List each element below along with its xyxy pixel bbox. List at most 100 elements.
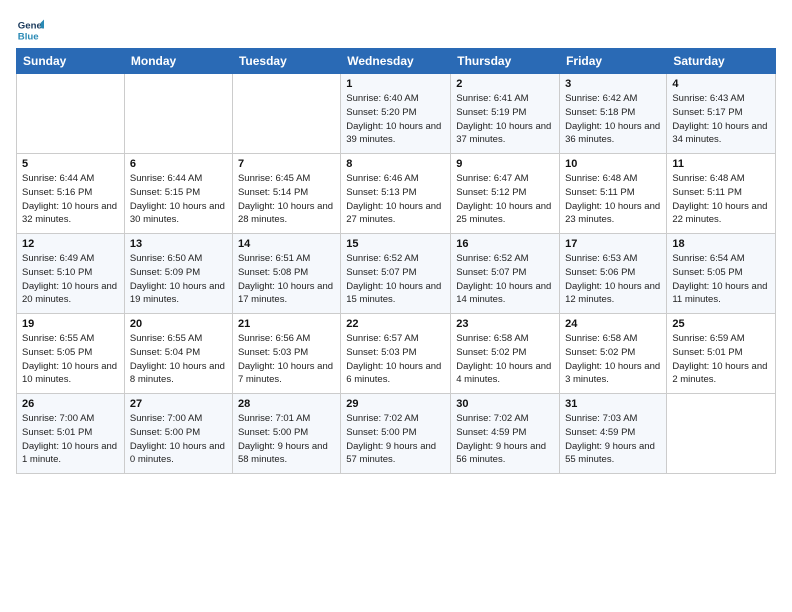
- col-header-sunday: Sunday: [17, 49, 125, 74]
- calendar-cell: 12 Sunrise: 6:49 AMSunset: 5:10 PMDayligh…: [17, 234, 125, 314]
- day-number: 22: [346, 318, 445, 330]
- day-number: 8: [346, 158, 445, 170]
- calendar-cell: 8 Sunrise: 6:46 AMSunset: 5:13 PMDaylight…: [341, 154, 451, 234]
- col-header-tuesday: Tuesday: [232, 49, 340, 74]
- col-header-wednesday: Wednesday: [341, 49, 451, 74]
- day-number: 18: [672, 238, 770, 250]
- calendar-cell: 26 Sunrise: 7:00 AMSunset: 5:01 PMDayligh…: [17, 394, 125, 474]
- logo: General Blue: [16, 16, 48, 44]
- day-number: 24: [565, 318, 661, 330]
- calendar-cell: 25Sunrise: 6:59 AMSunset: 5:01 PMDayligh…: [667, 314, 776, 394]
- day-info: Sunrise: 7:02 AMSunset: 5:00 PMDaylight:…: [346, 412, 445, 467]
- day-number: 25: [672, 318, 770, 330]
- calendar-cell: 15 Sunrise: 6:52 AMSunset: 5:07 PMDayligh…: [341, 234, 451, 314]
- col-header-thursday: Thursday: [451, 49, 560, 74]
- logo-icon: General Blue: [16, 16, 44, 44]
- calendar-cell: 7Sunrise: 6:45 AMSunset: 5:14 PMDaylight…: [232, 154, 340, 234]
- page-header: General Blue: [16, 16, 776, 44]
- day-number: 6: [130, 158, 227, 170]
- day-number: 13: [130, 238, 227, 250]
- day-number: 7: [238, 158, 335, 170]
- day-number: 15: [346, 238, 445, 250]
- calendar-cell: 10 Sunrise: 6:48 AMSunset: 5:11 PMDayligh…: [560, 154, 667, 234]
- calendar-cell: 6 Sunrise: 6:44 AMSunset: 5:15 PMDaylight…: [124, 154, 232, 234]
- calendar-week-1: 1 Sunrise: 6:40 AMSunset: 5:20 PMDaylight…: [17, 74, 776, 154]
- svg-text:General: General: [18, 20, 44, 31]
- day-info: Sunrise: 6:57 AMSunset: 5:03 PMDaylight:…: [346, 332, 445, 387]
- day-info: Sunrise: 7:03 AMSunset: 4:59 PMDaylight:…: [565, 412, 661, 467]
- day-number: 9: [456, 158, 554, 170]
- day-number: 19: [22, 318, 119, 330]
- day-number: 11: [672, 158, 770, 170]
- day-number: 28: [238, 398, 335, 410]
- day-number: 26: [22, 398, 119, 410]
- calendar-cell: 13Sunrise: 6:50 AMSunset: 5:09 PMDayligh…: [124, 234, 232, 314]
- calendar-cell: 11 Sunrise: 6:48 AMSunset: 5:11 PMDayligh…: [667, 154, 776, 234]
- day-number: 1: [346, 78, 445, 90]
- header-row: SundayMondayTuesdayWednesdayThursdayFrid…: [17, 49, 776, 74]
- calendar-cell: [124, 74, 232, 154]
- calendar-week-3: 12 Sunrise: 6:49 AMSunset: 5:10 PMDayligh…: [17, 234, 776, 314]
- calendar-week-2: 5 Sunrise: 6:44 AMSunset: 5:16 PMDaylight…: [17, 154, 776, 234]
- day-number: 12: [22, 238, 119, 250]
- day-info: Sunrise: 6:41 AMSunset: 5:19 PMDaylight:…: [456, 92, 554, 147]
- calendar-cell: 31Sunrise: 7:03 AMSunset: 4:59 PMDayligh…: [560, 394, 667, 474]
- day-info: Sunrise: 6:55 AMSunset: 5:04 PMDaylight:…: [130, 332, 227, 387]
- calendar-cell: 2 Sunrise: 6:41 AMSunset: 5:19 PMDaylight…: [451, 74, 560, 154]
- day-info: Sunrise: 6:43 AMSunset: 5:17 PMDaylight:…: [672, 92, 770, 147]
- day-info: Sunrise: 6:55 AMSunset: 5:05 PMDaylight:…: [22, 332, 119, 387]
- day-info: Sunrise: 7:01 AMSunset: 5:00 PMDaylight:…: [238, 412, 335, 467]
- day-number: 21: [238, 318, 335, 330]
- day-number: 16: [456, 238, 554, 250]
- day-number: 10: [565, 158, 661, 170]
- calendar-cell: 24 Sunrise: 6:58 AMSunset: 5:02 PMDayligh…: [560, 314, 667, 394]
- day-info: Sunrise: 6:47 AMSunset: 5:12 PMDaylight:…: [456, 172, 554, 227]
- svg-text:Blue: Blue: [18, 32, 39, 43]
- col-header-friday: Friday: [560, 49, 667, 74]
- calendar-cell: 17 Sunrise: 6:53 AMSunset: 5:06 PMDayligh…: [560, 234, 667, 314]
- day-number: 29: [346, 398, 445, 410]
- calendar-cell: 21 Sunrise: 6:56 AMSunset: 5:03 PMDayligh…: [232, 314, 340, 394]
- calendar-cell: 22 Sunrise: 6:57 AMSunset: 5:03 PMDayligh…: [341, 314, 451, 394]
- day-number: 2: [456, 78, 554, 90]
- day-info: Sunrise: 6:44 AMSunset: 5:16 PMDaylight:…: [22, 172, 119, 227]
- day-number: 5: [22, 158, 119, 170]
- day-info: Sunrise: 7:00 AMSunset: 5:00 PMDaylight:…: [130, 412, 227, 467]
- day-info: Sunrise: 6:58 AMSunset: 5:02 PMDaylight:…: [456, 332, 554, 387]
- day-info: Sunrise: 6:54 AMSunset: 5:05 PMDaylight:…: [672, 252, 770, 307]
- day-number: 27: [130, 398, 227, 410]
- day-info: Sunrise: 6:42 AMSunset: 5:18 PMDaylight:…: [565, 92, 661, 147]
- calendar-cell: 9 Sunrise: 6:47 AMSunset: 5:12 PMDaylight…: [451, 154, 560, 234]
- calendar-week-5: 26 Sunrise: 7:00 AMSunset: 5:01 PMDayligh…: [17, 394, 776, 474]
- calendar-cell: 27 Sunrise: 7:00 AMSunset: 5:00 PMDayligh…: [124, 394, 232, 474]
- day-info: Sunrise: 6:52 AMSunset: 5:07 PMDaylight:…: [346, 252, 445, 307]
- day-info: Sunrise: 6:48 AMSunset: 5:11 PMDaylight:…: [565, 172, 661, 227]
- calendar-cell: [17, 74, 125, 154]
- day-info: Sunrise: 6:49 AMSunset: 5:10 PMDaylight:…: [22, 252, 119, 307]
- col-header-saturday: Saturday: [667, 49, 776, 74]
- calendar-cell: 30Sunrise: 7:02 AMSunset: 4:59 PMDayligh…: [451, 394, 560, 474]
- calendar-cell: 5 Sunrise: 6:44 AMSunset: 5:16 PMDaylight…: [17, 154, 125, 234]
- day-info: Sunrise: 6:58 AMSunset: 5:02 PMDaylight:…: [565, 332, 661, 387]
- calendar-cell: 3 Sunrise: 6:42 AMSunset: 5:18 PMDaylight…: [560, 74, 667, 154]
- calendar-cell: 19 Sunrise: 6:55 AMSunset: 5:05 PMDayligh…: [17, 314, 125, 394]
- calendar-cell: 20 Sunrise: 6:55 AMSunset: 5:04 PMDayligh…: [124, 314, 232, 394]
- day-number: 17: [565, 238, 661, 250]
- day-info: Sunrise: 6:46 AMSunset: 5:13 PMDaylight:…: [346, 172, 445, 227]
- day-info: Sunrise: 6:53 AMSunset: 5:06 PMDaylight:…: [565, 252, 661, 307]
- calendar-cell: 16 Sunrise: 6:52 AMSunset: 5:07 PMDayligh…: [451, 234, 560, 314]
- calendar-week-4: 19 Sunrise: 6:55 AMSunset: 5:05 PMDayligh…: [17, 314, 776, 394]
- day-number: 20: [130, 318, 227, 330]
- day-info: Sunrise: 6:52 AMSunset: 5:07 PMDaylight:…: [456, 252, 554, 307]
- day-info: Sunrise: 6:40 AMSunset: 5:20 PMDaylight:…: [346, 92, 445, 147]
- day-info: Sunrise: 7:02 AMSunset: 4:59 PMDaylight:…: [456, 412, 554, 467]
- day-info: Sunrise: 6:48 AMSunset: 5:11 PMDaylight:…: [672, 172, 770, 227]
- calendar-cell: [232, 74, 340, 154]
- day-info: Sunrise: 7:00 AMSunset: 5:01 PMDaylight:…: [22, 412, 119, 467]
- calendar-cell: 23Sunrise: 6:58 AMSunset: 5:02 PMDayligh…: [451, 314, 560, 394]
- day-info: Sunrise: 6:56 AMSunset: 5:03 PMDaylight:…: [238, 332, 335, 387]
- day-info: Sunrise: 6:44 AMSunset: 5:15 PMDaylight:…: [130, 172, 227, 227]
- day-number: 3: [565, 78, 661, 90]
- day-number: 14: [238, 238, 335, 250]
- calendar-cell: 29 Sunrise: 7:02 AMSunset: 5:00 PMDayligh…: [341, 394, 451, 474]
